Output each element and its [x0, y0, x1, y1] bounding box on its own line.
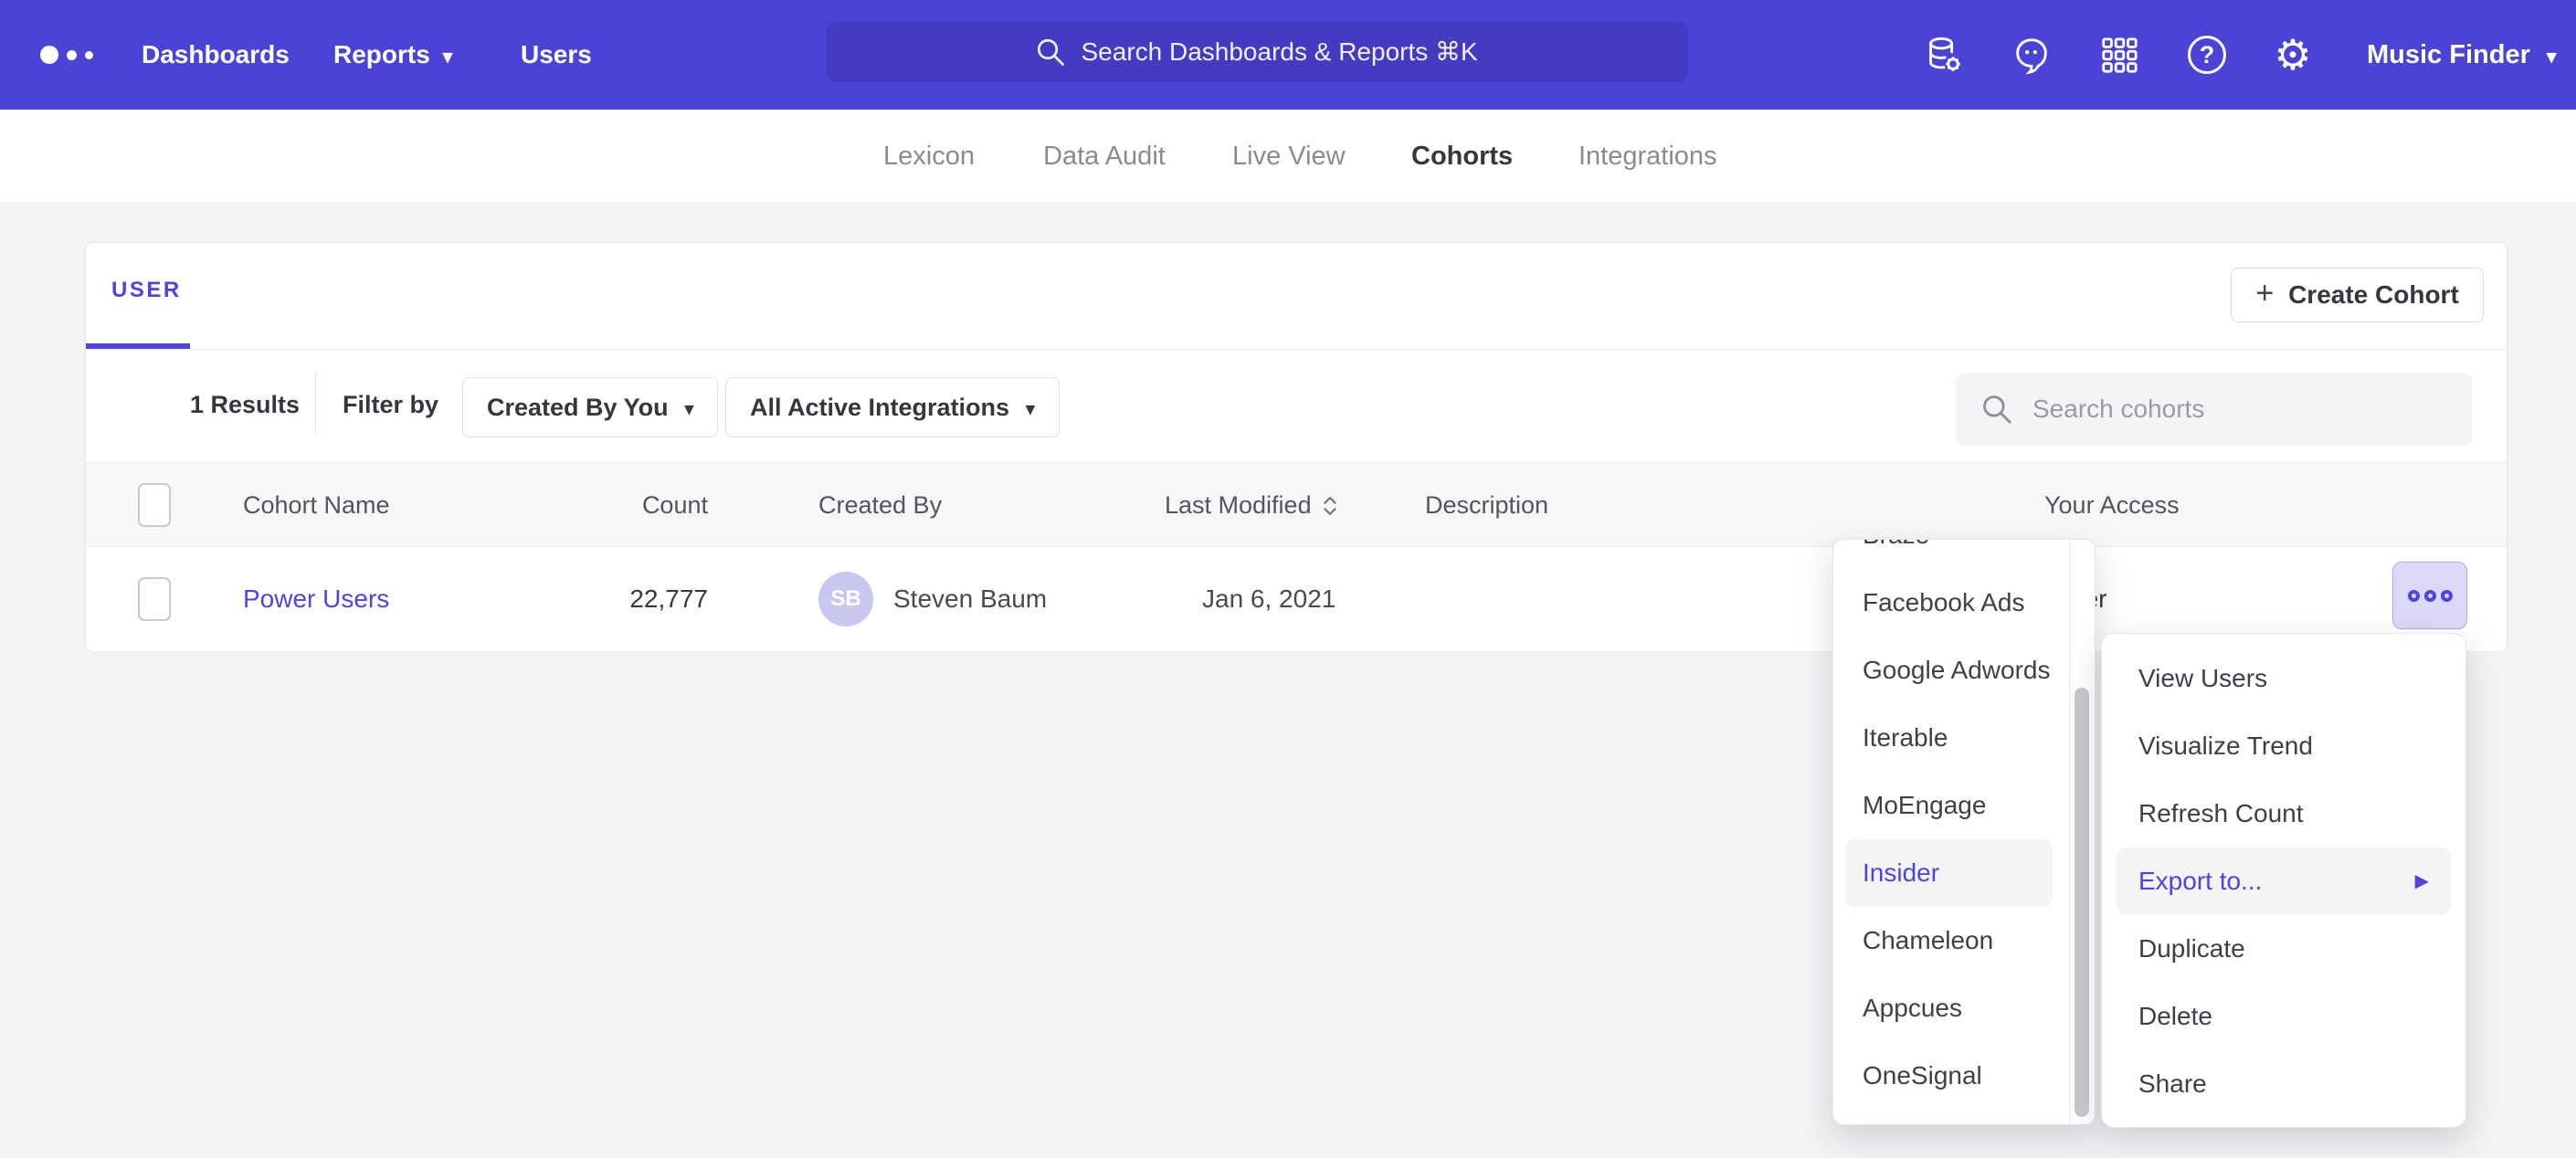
menu-item-share[interactable]: Share: [2117, 1050, 2451, 1118]
chevron-down-icon: ▾: [1026, 401, 1035, 418]
col-header-created-by[interactable]: Created By: [818, 463, 942, 548]
menu-item-insider[interactable]: Insider: [1846, 839, 2053, 907]
submenu-arrow-icon: ▶: [2415, 847, 2429, 915]
nav-dashboards-label: Dashboards: [142, 40, 290, 69]
select-all-checkbox[interactable]: [138, 483, 171, 527]
col-header-last-modified[interactable]: Last Modified: [1165, 463, 1339, 548]
search-icon: [1034, 36, 1067, 68]
section-tabbar: Lexicon Data Audit Live View Cohorts Int…: [0, 110, 2576, 204]
menu-item-facebook-ads[interactable]: Facebook Ads: [1846, 569, 2053, 637]
menu-item-moengage[interactable]: MoEngage: [1846, 772, 2053, 839]
tab-lexicon[interactable]: Lexicon: [883, 110, 975, 204]
scrollbar-track: [2069, 540, 2070, 1124]
apps-grid-icon[interactable]: [2094, 0, 2145, 110]
feedback-icon[interactable]: [2006, 0, 2057, 110]
more-dots-icon: [2408, 590, 2420, 602]
menu-item-visualize-trend[interactable]: Visualize Trend: [2117, 712, 2451, 780]
tab-data-audit[interactable]: Data Audit: [1043, 110, 1166, 204]
menu-item-appcues[interactable]: Appcues: [1846, 974, 2053, 1042]
global-search-input[interactable]: [1082, 37, 1482, 67]
plus-icon: +: [2255, 278, 2274, 309]
nav-reports[interactable]: Reports ▾: [333, 0, 452, 110]
integrations-filter-dropdown[interactable]: All Active Integrations ▾: [725, 377, 1060, 437]
chevron-down-icon: ▾: [443, 47, 453, 67]
help-icon[interactable]: ?: [2181, 0, 2233, 110]
row-actions-menu: View Users Visualize Trend Refresh Count…: [2101, 633, 2466, 1128]
created-by-name: Steven Baum: [893, 584, 1047, 614]
menu-item-export-to[interactable]: Export to... ▶: [2117, 847, 2451, 915]
global-search-bar[interactable]: [827, 22, 1688, 82]
menu-item-duplicate[interactable]: Duplicate: [2117, 915, 2451, 983]
nav-users-label: Users: [521, 40, 592, 69]
create-cohort-label: Create Cohort: [2288, 280, 2459, 310]
col-header-your-access[interactable]: Your Access: [2044, 463, 2180, 548]
tab-cohorts[interactable]: Cohorts: [1411, 110, 1513, 204]
divider: [315, 371, 316, 435]
export-destinations-list: Braze Facebook Ads Google Adwords Iterab…: [1833, 539, 2095, 1110]
cohort-search-input[interactable]: [2032, 395, 2448, 424]
menu-item-iterable[interactable]: Iterable: [1846, 704, 2053, 772]
data-management-icon[interactable]: [1918, 0, 1969, 110]
col-header-count[interactable]: Count: [543, 463, 708, 548]
top-navbar: Dashboards Reports ▾ Users: [0, 0, 2576, 110]
created-by-cell: SB Steven Baum: [818, 547, 1047, 651]
filter-by-label: Filter by: [343, 391, 438, 419]
table-header-row: Cohort Name Count Created By Last Modifi…: [86, 462, 2507, 547]
nav-users[interactable]: Users: [521, 0, 592, 110]
cohorts-page: Dashboards Reports ▾ Users: [0, 0, 2576, 1158]
app-logo-icon[interactable]: [40, 0, 93, 110]
results-count: 1 Results: [190, 391, 300, 419]
menu-item-google-adwords[interactable]: Google Adwords: [1846, 637, 2053, 704]
nav-dashboards[interactable]: Dashboards: [142, 0, 290, 110]
menu-item-chameleon[interactable]: Chameleon: [1846, 907, 2053, 974]
divider: [86, 349, 2507, 350]
col-header-cohort-name[interactable]: Cohort Name: [243, 463, 390, 548]
menu-item-delete[interactable]: Delete: [2117, 983, 2451, 1050]
col-header-description[interactable]: Description: [1425, 463, 1548, 548]
cohort-search-bar[interactable]: [1956, 373, 2472, 446]
chevron-down-icon: ▾: [2547, 47, 2557, 67]
avatar: SB: [818, 572, 873, 626]
workspace-switcher[interactable]: Music Finder ▾: [2367, 0, 2556, 110]
create-cohort-button[interactable]: + Create Cohort: [2231, 268, 2484, 322]
created-by-filter-dropdown[interactable]: Created By You ▾: [462, 377, 718, 437]
cohorts-card: USER + Create Cohort 1 Results Filter by…: [85, 242, 2507, 650]
export-destinations-menu: Braze Facebook Ads Google Adwords Iterab…: [1832, 539, 2096, 1125]
cohort-name-link[interactable]: Power Users: [243, 547, 389, 651]
nav-reports-label: Reports: [333, 40, 430, 69]
search-icon: [1980, 392, 2014, 426]
menu-item-view-users[interactable]: View Users: [2117, 645, 2451, 712]
tab-user-cohorts[interactable]: USER: [111, 278, 182, 303]
scrollbar-thumb[interactable]: [2075, 688, 2089, 1117]
menu-item-onesignal[interactable]: OneSignal: [1846, 1042, 2053, 1110]
cohort-count: 22,777: [543, 547, 708, 651]
sort-icon[interactable]: [1321, 494, 1339, 518]
menu-item-braze[interactable]: Braze: [1846, 539, 2053, 569]
tab-integrations[interactable]: Integrations: [1578, 110, 1717, 204]
chevron-down-icon: ▾: [685, 401, 694, 418]
row-more-actions-button[interactable]: [2392, 562, 2467, 629]
last-modified-cell: Jan 6, 2021: [1202, 547, 1336, 651]
row-checkbox[interactable]: [138, 577, 171, 621]
menu-item-refresh-count[interactable]: Refresh Count: [2117, 780, 2451, 847]
workspace-name: Music Finder: [2367, 40, 2530, 70]
settings-gear-icon[interactable]: ⚙: [2267, 0, 2318, 110]
tab-live-view[interactable]: Live View: [1232, 110, 1346, 204]
